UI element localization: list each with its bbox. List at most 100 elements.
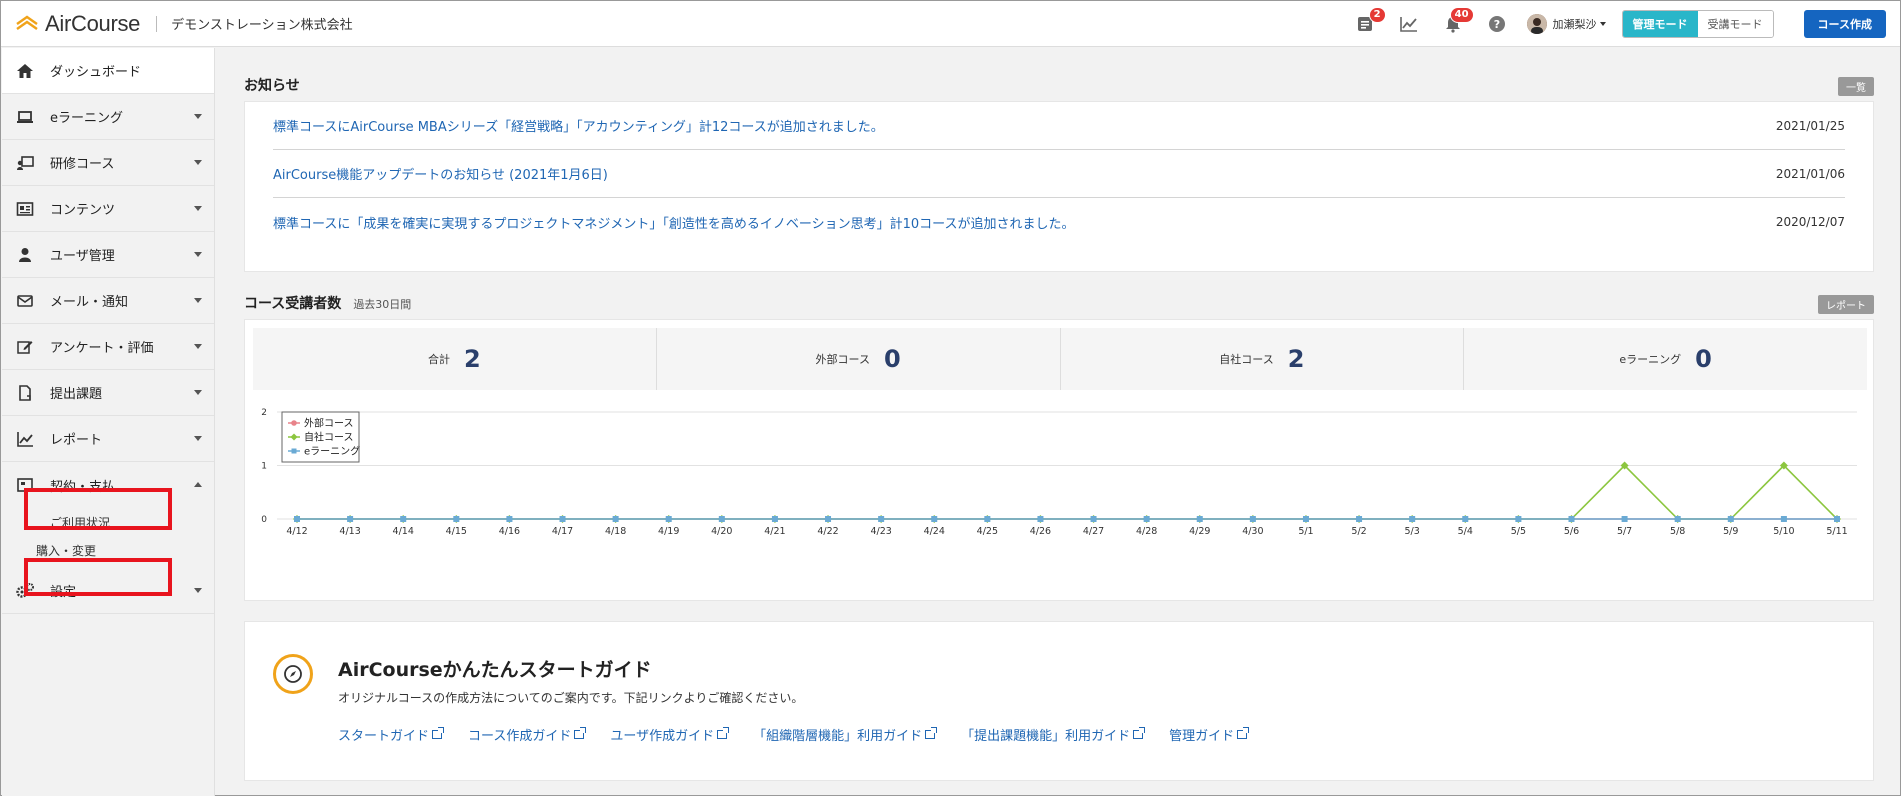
list-item: 標準コースに「成果を確実に実現するプロジェクトマネジメント」「創造性を高めるイノ… <box>273 198 1845 246</box>
x-tick-label: 5/1 <box>1298 526 1313 537</box>
data-point <box>1780 516 1787 522</box>
x-tick-label: 4/15 <box>446 526 467 537</box>
data-point <box>1568 516 1575 522</box>
create-course-button[interactable]: コース作成 <box>1803 10 1886 38</box>
learner-mode-button[interactable]: 受講モード <box>1697 11 1773 37</box>
data-point <box>347 516 354 522</box>
guide-link-user[interactable]: ユーザ作成ガイド <box>610 725 730 744</box>
admin-mode-button[interactable]: 管理モード <box>1622 11 1698 37</box>
notifications-badge: 40 <box>1449 7 1474 23</box>
external-link-icon <box>1133 727 1146 739</box>
x-tick-label: 4/13 <box>339 526 360 537</box>
news-link[interactable]: AirCourse機能アップデートのお知らせ (2021年1月6日) <box>273 164 608 183</box>
x-tick-label: 4/12 <box>286 526 307 537</box>
chevron-down-icon <box>194 160 202 165</box>
help-button[interactable]: ? <box>1484 11 1510 37</box>
header-divider <box>156 15 158 32</box>
data-point <box>559 516 566 522</box>
sidebar-item-training-course[interactable]: 研修コース <box>2 140 214 186</box>
y-tick-label: 1 <box>261 462 267 472</box>
report-button[interactable]: レポート <box>1818 295 1874 314</box>
guide-link-course[interactable]: コース作成ガイド <box>468 725 587 744</box>
list-item: AirCourse機能アップデートのお知らせ (2021年1月6日) 2021/… <box>273 150 1845 198</box>
user-menu[interactable]: 加瀬梨沙 <box>1526 14 1606 34</box>
compass-icon <box>273 654 313 694</box>
contents-icon <box>14 198 36 220</box>
aircourse-logo[interactable]: AirCourse <box>15 11 140 37</box>
y-tick-label: 0 <box>261 515 267 525</box>
x-tick-label: 5/10 <box>1773 526 1794 537</box>
x-tick-label: 4/18 <box>605 526 626 537</box>
guide-link-start[interactable]: スタートガイド <box>338 725 445 744</box>
external-link-icon <box>432 727 445 739</box>
chevron-down-icon <box>194 390 202 395</box>
x-tick-label: 4/14 <box>393 526 414 537</box>
external-link-icon <box>574 727 587 739</box>
x-tick-label: 5/9 <box>1723 526 1738 537</box>
sidebar-item-user-management[interactable]: ユーザ管理 <box>2 232 214 278</box>
x-tick-label: 4/26 <box>1030 526 1051 537</box>
x-tick-label: 4/28 <box>1136 526 1157 537</box>
chevron-down-icon <box>1599 22 1606 26</box>
data-point <box>506 516 513 522</box>
news-link[interactable]: 標準コースにAirCourse MBAシリーズ「経営戦略」「アカウンティング」計… <box>273 116 884 135</box>
news-date: 2020/12/07 <box>1775 215 1845 229</box>
news-date: 2021/01/06 <box>1775 166 1845 181</box>
data-point <box>931 516 938 522</box>
data-point <box>1302 516 1309 522</box>
guide-description: オリジナルコースの作成方法についてのご案内です。下記リンクよりご確認ください。 <box>338 691 804 705</box>
legend-label: 外部コース <box>304 417 354 430</box>
chevron-down-icon <box>194 298 202 303</box>
mode-switch: 管理モード 受講モード <box>1621 10 1774 38</box>
guide-link-admin[interactable]: 管理ガイド <box>1169 725 1250 744</box>
x-tick-label: 4/30 <box>1242 526 1263 537</box>
x-tick-label: 5/11 <box>1826 526 1847 537</box>
user-icon <box>14 244 36 266</box>
chevron-down-icon <box>194 344 202 349</box>
data-point <box>1727 516 1734 522</box>
news-list-button[interactable]: 一覧 <box>1838 77 1874 96</box>
highlight-box-purchase <box>24 558 172 596</box>
tasks-button[interactable]: 2 <box>1352 7 1386 37</box>
sidebar-item-mail[interactable]: メール・通知 <box>2 278 214 324</box>
data-point <box>825 516 832 522</box>
sidebar-item-reports[interactable]: レポート <box>2 416 214 462</box>
x-tick-label: 5/5 <box>1511 526 1526 537</box>
chevron-down-icon <box>194 114 202 119</box>
news-date: 2021/01/25 <box>1775 118 1845 133</box>
news-link[interactable]: 標準コースに「成果を確実に実現するプロジェクトマネジメント」「創造性を高めるイノ… <box>273 213 1074 232</box>
x-tick-label: 5/2 <box>1351 526 1366 537</box>
legend-marker <box>291 448 297 454</box>
trend-chart-icon <box>1399 17 1417 32</box>
external-link-icon <box>925 727 938 739</box>
x-tick-label: 4/29 <box>1189 526 1210 537</box>
data-point <box>1090 516 1097 522</box>
help-icon: ? <box>1488 16 1505 32</box>
data-point <box>400 516 407 522</box>
sidebar-item-elearning[interactable]: eラーニング <box>2 94 214 140</box>
tasks-badge: 2 <box>1368 7 1386 23</box>
x-tick-label: 4/17 <box>552 526 573 537</box>
data-point <box>453 516 460 522</box>
guide-link-assignment[interactable]: 「提出課題機能」利用ガイド <box>961 725 1146 744</box>
top-header: AirCourse デモンストレーション株式会社 2 40 ? 加瀬梨沙 管理モ… <box>1 1 1900 47</box>
data-point <box>1143 516 1150 522</box>
data-point <box>1249 516 1256 522</box>
analytics-button[interactable] <box>1396 11 1422 37</box>
data-point <box>1356 516 1363 522</box>
news-section-title: お知らせ <box>244 78 300 94</box>
x-tick-label: 4/21 <box>764 526 785 537</box>
guide-link-org[interactable]: 「組織階層機能」利用ガイド <box>753 725 938 744</box>
sidebar-item-dashboard[interactable]: ダッシュボード <box>2 48 214 94</box>
sidebar-item-survey[interactable]: アンケート・評価 <box>2 324 214 370</box>
data-point <box>878 516 885 522</box>
stats-period: 過去30日間 <box>353 298 412 311</box>
notifications-button[interactable]: 40 <box>1440 7 1474 37</box>
logo-text: AirCourse <box>45 10 141 36</box>
external-link-icon <box>717 727 730 739</box>
x-tick-label: 4/16 <box>499 526 520 537</box>
sidebar-item-assignments[interactable]: 提出課題 <box>2 370 214 416</box>
guide-title: AirCourseかんたんスタートガイド <box>338 659 652 681</box>
legend-label: 自社コース <box>304 431 354 444</box>
sidebar-item-contents[interactable]: コンテンツ <box>2 186 214 232</box>
